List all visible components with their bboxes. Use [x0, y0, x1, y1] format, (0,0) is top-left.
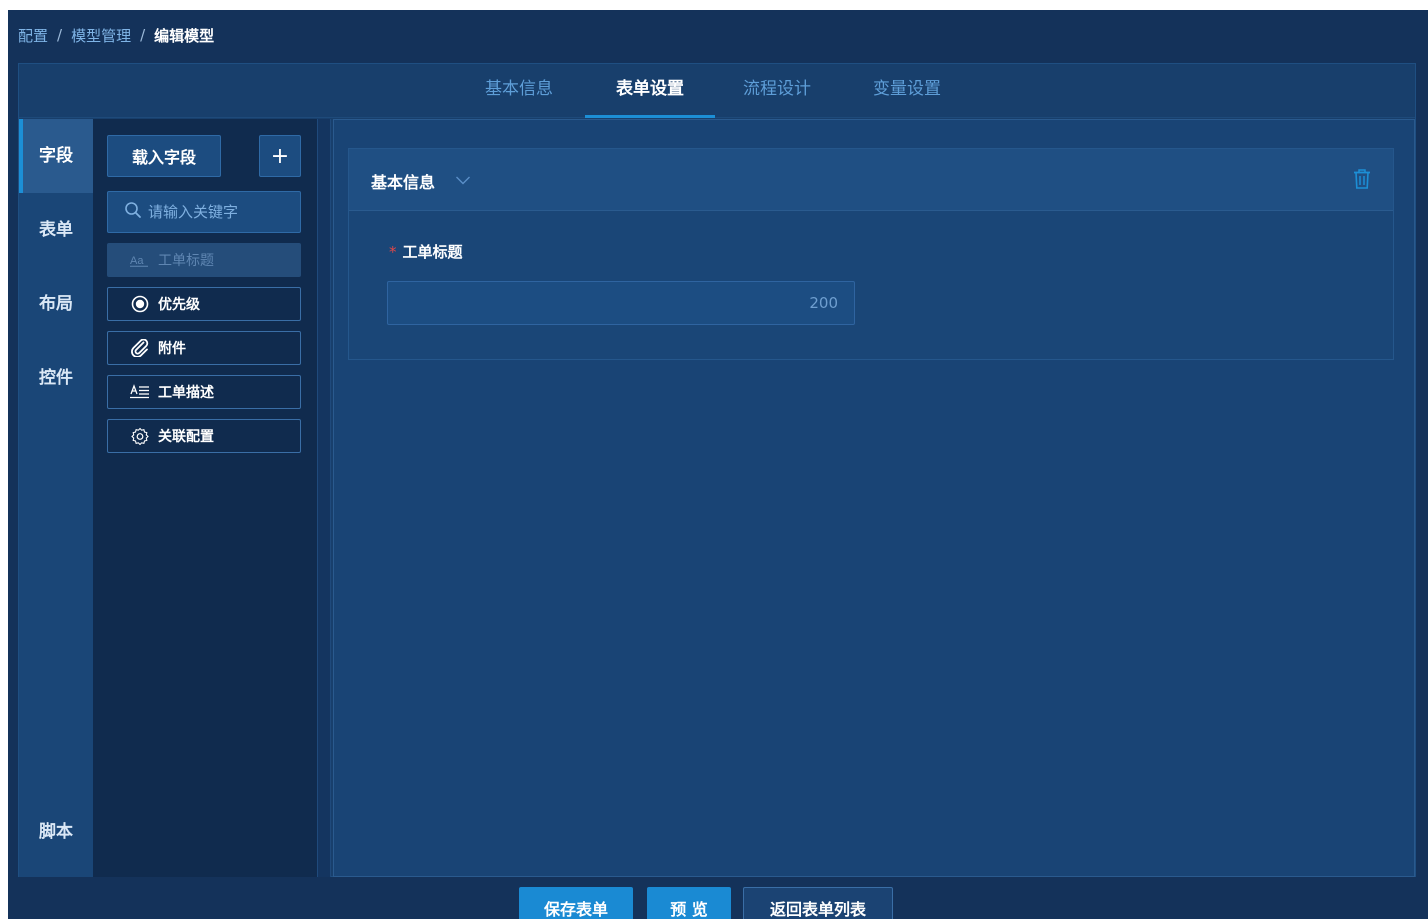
tab-variable-settings[interactable]: 变量设置: [865, 64, 949, 118]
field-item-priority[interactable]: 优先级: [107, 287, 301, 321]
paperclip-icon: [130, 339, 150, 357]
field-item-ticket-description[interactable]: 工单描述: [107, 375, 301, 409]
tab-basic-info[interactable]: 基本信息: [477, 64, 561, 118]
save-form-button[interactable]: 保存表单: [519, 887, 633, 919]
required-mark: *: [389, 243, 397, 261]
tab-form-settings[interactable]: 表单设置: [585, 64, 715, 118]
field-item-label: 关联配置: [158, 429, 214, 445]
field-search: [107, 191, 301, 233]
nav-item-fields[interactable]: 字段: [19, 119, 93, 193]
breadcrumb-separator: /: [57, 26, 63, 44]
field-item-label: 工单标题: [158, 253, 214, 269]
breadcrumb-separator: /: [140, 26, 146, 44]
left-nav: 字段 表单 布局 控件 脚本: [19, 119, 93, 877]
search-input[interactable]: [148, 203, 298, 221]
section-title: 基本信息: [371, 173, 436, 192]
text-aa-icon: Aa: [130, 253, 150, 267]
nav-item-controls[interactable]: 控件: [19, 341, 93, 415]
app-window: 配置 / 模型管理 / 编辑模型 基本信息 表单设置 流程设计 变量设置 字段 …: [8, 10, 1428, 919]
char-limit-counter: 200: [809, 294, 838, 312]
nav-item-form[interactable]: 表单: [19, 193, 93, 267]
section-header[interactable]: 基本信息: [349, 149, 1393, 211]
breadcrumb-current: 编辑模型: [154, 26, 215, 45]
field-item-related-config[interactable]: 关联配置: [107, 419, 301, 453]
breadcrumb-config[interactable]: 配置: [18, 25, 48, 46]
field-item-ticket-title[interactable]: Aa 工单标题: [107, 243, 301, 277]
field-item-label: 优先级: [158, 297, 200, 313]
tab-process-design[interactable]: 流程设计: [735, 64, 819, 118]
action-bar: 保存表单 预 览 返回表单列表: [8, 877, 1428, 919]
text-area-icon: [130, 384, 150, 400]
chevron-down-icon[interactable]: [455, 171, 471, 190]
field-panel-scrollbar[interactable]: [317, 119, 331, 877]
trash-icon[interactable]: [1353, 169, 1371, 193]
ticket-title-label-text: 工单标题: [402, 243, 463, 261]
form-section: 基本信息 * 工单标题 200: [348, 148, 1394, 360]
main-content: 基本信息 表单设置 流程设计 变量设置 字段 表单 布局 控件 脚本 载入字段 …: [18, 63, 1416, 877]
tab-bar: 基本信息 表单设置 流程设计 变量设置: [19, 64, 1415, 118]
search-icon: [124, 201, 142, 223]
gear-icon: [130, 427, 150, 445]
field-panel: 载入字段 + Aa 工单标题 优先级: [93, 119, 317, 877]
back-to-form-list-button[interactable]: 返回表单列表: [743, 887, 893, 919]
breadcrumb: 配置 / 模型管理 / 编辑模型: [18, 24, 214, 46]
nav-item-script[interactable]: 脚本: [19, 795, 93, 869]
ticket-title-input[interactable]: 200: [387, 281, 855, 325]
radio-icon: [130, 295, 150, 313]
field-item-label: 附件: [158, 341, 186, 357]
field-item-label: 工单描述: [158, 385, 214, 401]
load-fields-button[interactable]: 载入字段: [107, 135, 221, 177]
preview-button[interactable]: 预 览: [647, 887, 731, 919]
svg-text:Aa: Aa: [130, 255, 144, 267]
breadcrumb-model-management[interactable]: 模型管理: [71, 25, 131, 46]
field-item-attachment[interactable]: 附件: [107, 331, 301, 365]
add-field-button[interactable]: +: [259, 135, 301, 177]
ticket-title-label: * 工单标题: [389, 241, 463, 262]
form-canvas: 基本信息 * 工单标题 200: [333, 119, 1415, 877]
nav-item-layout[interactable]: 布局: [19, 267, 93, 341]
